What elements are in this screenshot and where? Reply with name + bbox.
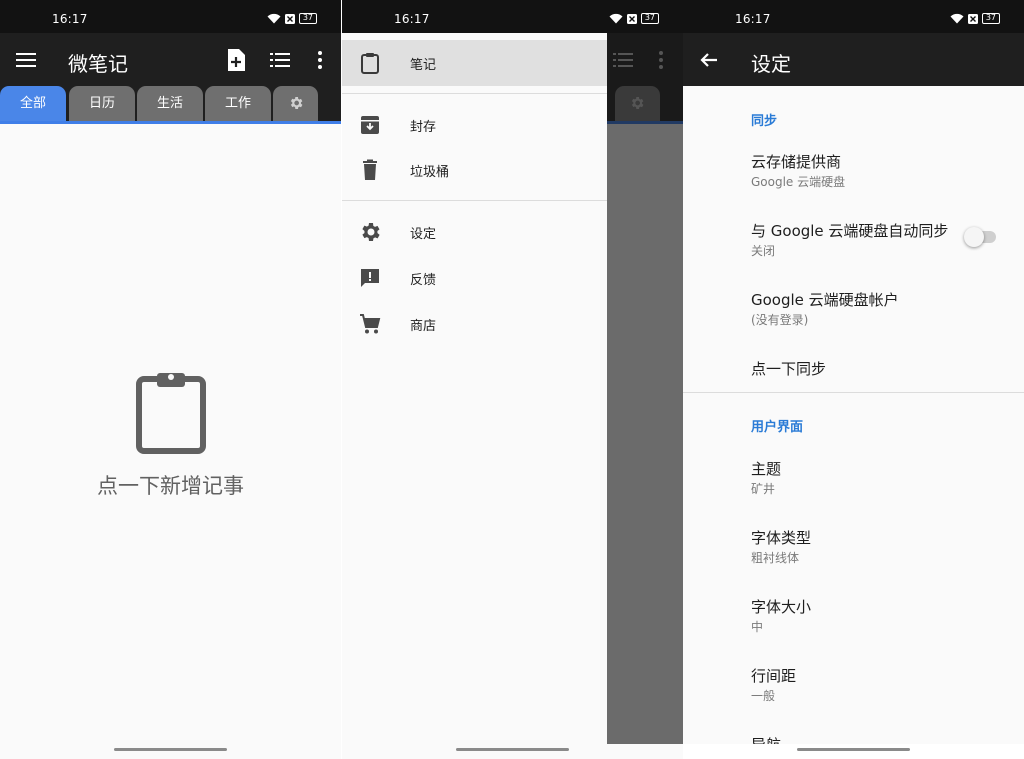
- auto-sync-toggle[interactable]: [964, 227, 996, 247]
- battery-indicator: 37: [981, 13, 1000, 24]
- status-time: 16:17: [735, 12, 771, 26]
- more-options-icon[interactable]: [308, 48, 332, 72]
- sim-icon: [284, 13, 295, 24]
- wifi-icon: [950, 13, 964, 24]
- sim-icon: [967, 13, 978, 24]
- drawer-item-label: 笔记: [410, 57, 437, 73]
- tab-all[interactable]: 全部: [0, 86, 66, 121]
- more-options-icon: [659, 51, 663, 69]
- new-note-icon[interactable]: [224, 48, 248, 72]
- drawer-item-feedback[interactable]: 反馈: [342, 255, 607, 301]
- page-title: 设定: [751, 52, 791, 76]
- status-bar: 16:17 37: [683, 0, 1024, 33]
- toggle-knob: [964, 227, 984, 247]
- drawer-item-label: 商店: [410, 318, 437, 334]
- setting-subtitle: 粗衬线体: [751, 551, 800, 565]
- home-indicator[interactable]: [456, 748, 569, 751]
- drawer-divider: [342, 93, 607, 94]
- navigation-drawer-screen: 16:17 37 笔记 封存 垃圾桶 设定 反馈 商店: [342, 0, 683, 759]
- gear-icon: [290, 97, 302, 109]
- setting-cloud-provider[interactable]: 云存储提供商 Google 云端硬盘: [683, 143, 1024, 209]
- dimmed-toolbar: [607, 33, 683, 124]
- home-indicator[interactable]: [114, 748, 227, 751]
- setting-auto-sync[interactable]: 与 Google 云端硬盘自动同步 关闭: [683, 212, 1024, 278]
- setting-subtitle: Google 云端硬盘: [751, 175, 846, 189]
- archive-icon: [361, 116, 379, 134]
- setting-subtitle: 矿井: [751, 482, 776, 496]
- tab-work[interactable]: 工作: [205, 86, 271, 121]
- status-time: 16:17: [394, 12, 430, 26]
- setting-title: 行间距: [751, 667, 797, 685]
- setting-title: 点一下同步: [751, 360, 827, 378]
- cart-icon: [360, 314, 381, 334]
- gear-icon: [362, 223, 380, 241]
- setting-line-spacing[interactable]: 行间距 一般: [683, 657, 1024, 723]
- sim-icon: [626, 13, 637, 24]
- settings-toolbar: 设定: [683, 33, 1024, 86]
- setting-title: 字体类型: [751, 529, 812, 547]
- empty-state-text[interactable]: 点一下新增记事: [0, 470, 341, 500]
- setting-subtitle: (没有登录): [751, 313, 809, 327]
- tab-settings[interactable]: [273, 86, 318, 121]
- list-view-icon[interactable]: [268, 48, 292, 72]
- drawer-item-trash[interactable]: 垃圾桶: [342, 147, 607, 193]
- setting-subtitle: 中: [751, 620, 764, 634]
- setting-drive-account[interactable]: Google 云端硬盘帐户 (没有登录): [683, 281, 1024, 347]
- navigation-drawer: 笔记 封存 垃圾桶 设定 反馈 商店: [342, 33, 607, 744]
- drawer-item-notes[interactable]: 笔记: [342, 40, 607, 86]
- list-view-icon: [613, 53, 633, 67]
- trash-icon: [363, 159, 377, 180]
- dimmed-tab-settings: [615, 86, 660, 121]
- setting-title: 云存储提供商: [751, 153, 842, 171]
- page-title: 微笔记: [68, 52, 128, 76]
- drawer-item-label: 设定: [410, 226, 437, 242]
- wifi-icon: [609, 13, 623, 24]
- setting-title: Google 云端硬盘帐户: [751, 291, 899, 309]
- setting-font-size[interactable]: 字体大小 中: [683, 588, 1024, 654]
- clipboard-icon: [135, 373, 206, 454]
- setting-title: 导航: [751, 734, 781, 744]
- status-bar: 16:17 37: [342, 0, 683, 33]
- battery-indicator: 37: [298, 13, 317, 24]
- drawer-item-settings[interactable]: 设定: [342, 209, 607, 255]
- drawer-item-label: 封存: [410, 119, 437, 135]
- setting-title: 与 Google 云端硬盘自动同步: [751, 222, 949, 240]
- tab-calendar[interactable]: 日历: [69, 86, 135, 121]
- clipboard-icon: [361, 53, 379, 74]
- drawer-item-label: 垃圾桶: [410, 164, 450, 180]
- back-arrow-icon[interactable]: [697, 48, 721, 72]
- notes-list-screen: 16:17 37 微笔记 全部 日历 生活 工作 点一下新增记事: [0, 0, 341, 759]
- category-tabs: 全部 日历 生活 工作: [0, 86, 341, 124]
- empty-state-icon-wrap: [0, 370, 341, 458]
- drawer-divider: [342, 200, 607, 201]
- settings-screen: 16:17 37 设定 同步 云存储提供商 Google 云端硬盘 与 Goog…: [683, 0, 1024, 759]
- status-time: 16:17: [52, 12, 88, 26]
- setting-navigation[interactable]: 导航: [683, 726, 1024, 744]
- setting-title: 字体大小: [751, 598, 812, 616]
- drawer-scrim[interactable]: [607, 124, 683, 744]
- wifi-icon: [267, 13, 281, 24]
- setting-subtitle: 关闭: [751, 244, 776, 258]
- app-toolbar: 微笔记: [0, 33, 341, 86]
- section-header-ui: 用户界面: [751, 420, 804, 435]
- menu-icon[interactable]: [14, 48, 38, 72]
- setting-font-type[interactable]: 字体类型 粗衬线体: [683, 519, 1024, 585]
- drawer-item-archive[interactable]: 封存: [342, 102, 607, 148]
- setting-title: 主题: [751, 460, 782, 478]
- drawer-item-label: 反馈: [410, 272, 437, 288]
- bottom-nav-area: [683, 744, 1024, 759]
- feedback-icon: [361, 269, 379, 287]
- section-header-sync: 同步: [751, 114, 778, 129]
- status-bar: 16:17 37: [0, 0, 341, 33]
- battery-indicator: 37: [640, 13, 659, 24]
- setting-theme[interactable]: 主题 矿井: [683, 450, 1024, 516]
- tab-life[interactable]: 生活: [137, 86, 203, 121]
- gear-icon: [631, 97, 644, 109]
- section-divider: [683, 392, 1024, 393]
- setting-subtitle: 一般: [751, 689, 776, 703]
- setting-sync-now[interactable]: 点一下同步: [683, 350, 1024, 392]
- drawer-item-store[interactable]: 商店: [342, 301, 607, 347]
- home-indicator[interactable]: [797, 748, 910, 751]
